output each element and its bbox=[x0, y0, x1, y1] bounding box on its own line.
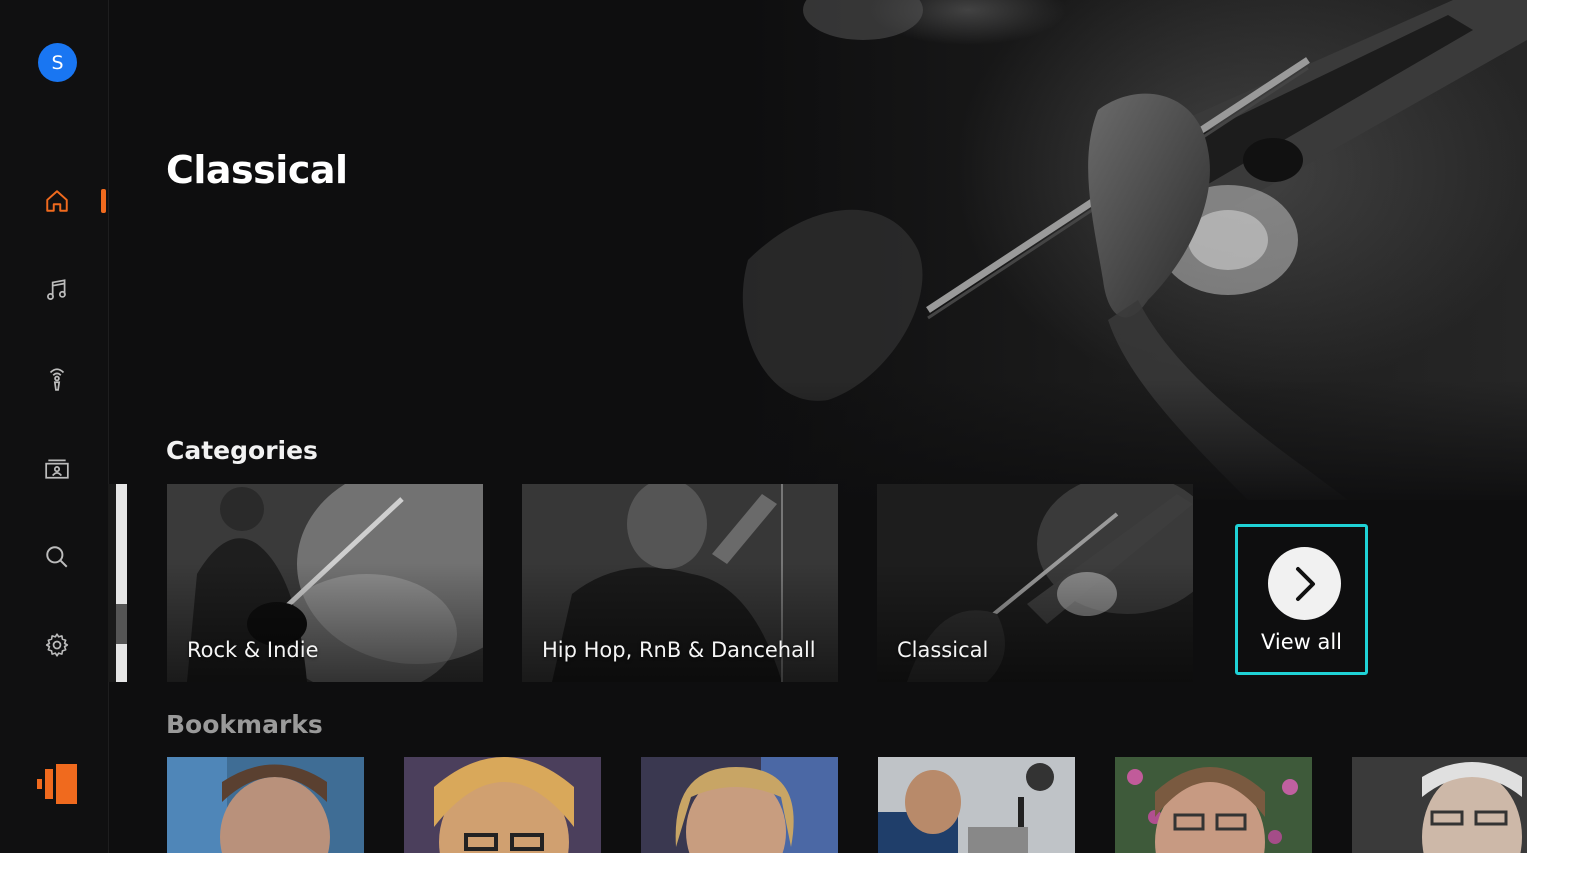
bookmark-thumbnail bbox=[404, 757, 601, 853]
view-all-circle bbox=[1268, 547, 1341, 620]
bookmark-card[interactable] bbox=[878, 757, 1075, 853]
category-card-label: Rock & Indie bbox=[187, 638, 319, 662]
bookmarks-heading: Bookmarks bbox=[166, 710, 323, 739]
home-icon bbox=[46, 190, 68, 212]
category-card-classical[interactable]: Classical bbox=[877, 484, 1193, 682]
active-indicator bbox=[101, 189, 106, 213]
view-all-button[interactable]: View all bbox=[1235, 524, 1368, 675]
chevron-right-icon bbox=[1295, 566, 1315, 601]
categories-heading: Categories bbox=[166, 436, 318, 465]
podcast-icon bbox=[49, 368, 65, 391]
music-note-icon bbox=[47, 279, 66, 300]
hero-fade bbox=[108, 380, 1527, 500]
bookmark-card[interactable] bbox=[1115, 757, 1312, 853]
bookmark-thumbnail bbox=[1115, 757, 1312, 853]
bookmark-thumbnail bbox=[878, 757, 1075, 853]
hero-banner bbox=[108, 0, 1527, 500]
user-avatar[interactable]: S bbox=[38, 43, 77, 82]
page-title: Classical bbox=[166, 148, 348, 192]
app-window: S Classical Categories Rock & Indie Hip … bbox=[0, 0, 1527, 853]
gear-icon bbox=[45, 633, 69, 657]
sidebar: S bbox=[0, 0, 109, 853]
category-card-rock-indie[interactable]: Rock & Indie bbox=[167, 484, 483, 682]
category-card-hiphop[interactable]: Hip Hop, RnB & Dancehall bbox=[522, 484, 838, 682]
category-card-partial[interactable] bbox=[108, 484, 127, 682]
sidebar-item-settings[interactable] bbox=[40, 628, 74, 662]
sidebar-item-library[interactable] bbox=[40, 451, 74, 485]
category-card-label: Hip Hop, RnB & Dancehall bbox=[542, 638, 816, 662]
library-icon bbox=[45, 459, 69, 479]
bookmark-card[interactable] bbox=[404, 757, 601, 853]
bookmark-thumbnail bbox=[1352, 757, 1527, 853]
brand-logo-icon bbox=[37, 764, 77, 804]
sidebar-item-music[interactable] bbox=[40, 273, 74, 307]
bookmark-card[interactable] bbox=[641, 757, 838, 853]
category-card-label: Classical bbox=[897, 638, 989, 662]
bookmark-card[interactable] bbox=[167, 757, 364, 853]
view-all-label: View all bbox=[1260, 630, 1343, 654]
search-icon bbox=[46, 546, 68, 568]
bookmark-card[interactable] bbox=[1352, 757, 1527, 853]
sidebar-item-search[interactable] bbox=[40, 540, 74, 574]
sidebar-item-home[interactable] bbox=[40, 184, 74, 218]
sidebar-item-podcasts[interactable] bbox=[40, 362, 74, 396]
bookmark-thumbnail bbox=[641, 757, 838, 853]
bookmark-thumbnail bbox=[167, 757, 364, 853]
